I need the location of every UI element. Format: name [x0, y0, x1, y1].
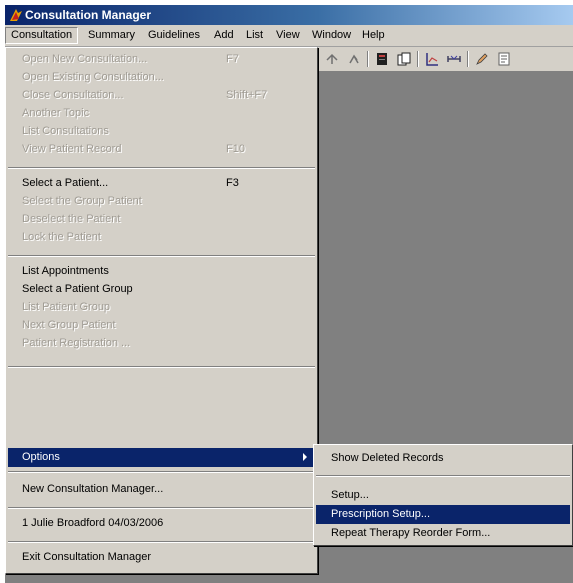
menu-item-label: View Patient Record [22, 143, 122, 155]
toolbar-separator [417, 51, 419, 67]
window-title: Consultation Manager [25, 8, 152, 22]
menu-item-label: Show Deleted Records [331, 452, 444, 464]
menu-item-patient-registration: Patient Registration ... [8, 334, 315, 353]
menu-separator [8, 255, 315, 257]
menu-item-label: Open New Consultation... [22, 53, 148, 65]
menu-separator [8, 366, 315, 368]
menu-item-label: Prescription Setup... [331, 508, 431, 520]
menu-bar: Consultation Summary Guidelines Add List… [5, 25, 573, 47]
toolbar-record-button[interactable] [373, 50, 391, 68]
menu-item-list-patient-group: List Patient Group [8, 298, 315, 317]
menu-item-exit-consultation-manager[interactable]: Exit Consultation Manager [8, 548, 315, 567]
menu-item-label: Repeat Therapy Reorder Form... [331, 527, 491, 539]
pages-icon [397, 52, 411, 66]
document-icon [498, 52, 510, 66]
menu-item-label: List Appointments [22, 265, 109, 277]
menu-separator [8, 167, 315, 169]
submenu-arrow-icon [303, 453, 307, 461]
chart-icon [426, 53, 438, 66]
menu-item-deselect-patient: Deselect the Patient [8, 210, 315, 229]
menu-item-another-topic: Another Topic [8, 104, 315, 123]
menu-item-label: Exit Consultation Manager [22, 551, 152, 563]
toolbar-forward-button[interactable] [345, 50, 363, 68]
menu-add[interactable]: Add [209, 27, 239, 44]
menu-item-label: Options [22, 451, 60, 463]
menu-item-label: 1 Julie Broadford 04/03/2006 [22, 517, 164, 529]
app-window: Consultation Manager Consultation Summar… [5, 5, 573, 583]
menu-item-label: List Patient Group [22, 301, 111, 313]
submenu-item-prescription-setup[interactable]: Prescription Setup... [316, 505, 570, 524]
menu-item-label: Next Group Patient [22, 319, 116, 331]
menu-item-lock-patient: Lock the Patient [8, 228, 315, 247]
menu-separator [8, 471, 315, 473]
menu-item-shortcut: F10 [226, 143, 245, 155]
menu-item-open-new-consultation: Open New Consultation... F7 [8, 50, 315, 69]
menu-item-label: Setup... [331, 489, 369, 501]
menu-item-label: Another Topic [22, 107, 90, 119]
menu-item-options[interactable]: Options [8, 448, 315, 467]
menu-item-close-consultation: Close Consultation... Shift+F7 [8, 86, 315, 105]
menu-item-select-group-patient: Select the Group Patient [8, 192, 315, 211]
menu-item-view-patient-record: View Patient Record F10 [8, 140, 315, 159]
menu-item-label: Lock the Patient [22, 231, 101, 243]
options-submenu: Show Deleted Records Setup... Prescripti… [313, 444, 573, 546]
menu-item-select-a-patient[interactable]: Select a Patient... F3 [8, 174, 315, 193]
menu-item-label: Close Consultation... [22, 89, 124, 101]
submenu-item-repeat-therapy-reorder-form[interactable]: Repeat Therapy Reorder Form... [316, 524, 570, 543]
toolbar-back-button[interactable] [323, 50, 341, 68]
pen-icon [476, 53, 488, 65]
menu-item-label: Select a Patient Group [22, 283, 133, 295]
menu-item-list-consultations: List Consultations [8, 122, 315, 141]
back-arrow-icon [326, 53, 338, 64]
menu-item-label: Patient Registration ... [22, 337, 131, 349]
submenu-item-setup[interactable]: Setup... [316, 486, 570, 505]
toolbar-pages-button[interactable] [395, 50, 413, 68]
toolbar-separator [367, 51, 369, 67]
menu-help[interactable]: Help [357, 27, 390, 44]
menu-separator [8, 541, 315, 543]
toolbar-chart-button[interactable] [423, 50, 441, 68]
menu-summary[interactable]: Summary [83, 27, 140, 44]
submenu-item-show-deleted-records[interactable]: Show Deleted Records [316, 449, 570, 468]
menu-item-shortcut: F3 [226, 177, 239, 189]
menu-item-open-existing-consultation: Open Existing Consultation... [8, 68, 315, 87]
title-bar[interactable]: Consultation Manager [5, 5, 573, 25]
forward-arrow-icon [349, 54, 359, 64]
menu-item-next-group-patient: Next Group Patient [8, 316, 315, 335]
toolbar-edit-button[interactable] [473, 50, 491, 68]
menu-item-label: Open Existing Consultation... [22, 71, 164, 83]
menu-item-shortcut: F7 [226, 53, 239, 65]
menu-view[interactable]: View [271, 27, 305, 44]
menu-item-select-patient-group[interactable]: Select a Patient Group [8, 280, 315, 299]
toolbar-measure-button[interactable] [445, 50, 463, 68]
menu-separator [8, 507, 315, 509]
record-book-icon [377, 53, 387, 65]
menu-separator [316, 475, 570, 477]
measure-icon [447, 55, 461, 62]
menu-list[interactable]: List [241, 27, 268, 44]
menu-item-label: List Consultations [22, 125, 109, 137]
toolbar-separator [467, 51, 469, 67]
menu-item-list-appointments[interactable]: List Appointments [8, 262, 315, 281]
app-icon [10, 9, 22, 21]
toolbar-document-button[interactable] [495, 50, 513, 68]
consultation-menu: Open New Consultation... F7 Open Existing… [5, 47, 318, 574]
menu-consultation[interactable]: Consultation [5, 27, 79, 44]
menu-window[interactable]: Window [307, 27, 356, 44]
menu-item-new-consultation-manager[interactable]: New Consultation Manager... [8, 480, 315, 499]
menu-guidelines[interactable]: Guidelines [143, 27, 205, 44]
menu-item-label: Deselect the Patient [22, 213, 121, 225]
menu-item-shortcut: Shift+F7 [226, 89, 268, 101]
menu-item-label: New Consultation Manager... [22, 483, 164, 495]
menu-item-recent-patient[interactable]: 1 Julie Broadford 04/03/2006 [8, 514, 315, 533]
menu-item-label: Select a Patient... [22, 177, 109, 189]
menu-item-label: Select the Group Patient [22, 195, 142, 207]
